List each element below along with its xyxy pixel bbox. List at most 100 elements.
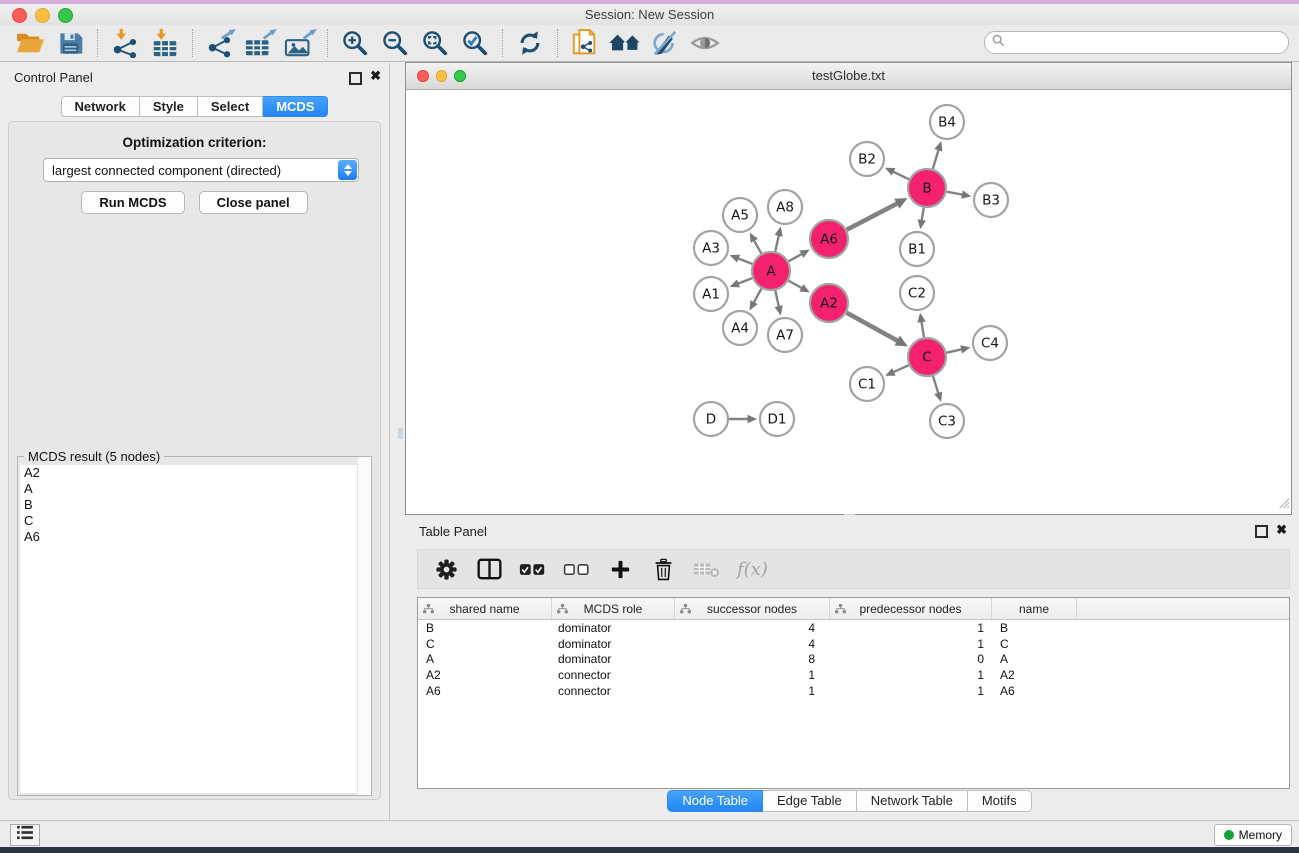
export-network-icon[interactable]	[200, 27, 240, 59]
zoom-out-icon[interactable]	[375, 27, 415, 59]
graph-node-C[interactable]: C	[908, 338, 946, 376]
table-float-panel-icon[interactable]	[1255, 525, 1268, 538]
zoom-in-icon[interactable]	[335, 27, 375, 59]
zoom-fit-icon[interactable]	[415, 27, 455, 59]
graph-node-B[interactable]: B	[908, 169, 946, 207]
column-header-predecessor-nodes[interactable]: predecessor nodes	[830, 598, 992, 619]
column-header-MCDS-role[interactable]: MCDS role	[552, 598, 675, 619]
show-graphics-details-icon[interactable]	[685, 27, 725, 59]
graph-edge-A-A8[interactable]	[775, 235, 779, 252]
close-panel-icon[interactable]: ✖	[370, 69, 381, 83]
graph-node-B2[interactable]: B2	[850, 142, 884, 176]
close-panel-button[interactable]: Close panel	[199, 191, 308, 214]
clone-network-icon[interactable]	[565, 27, 605, 59]
graph-edge-C-C3[interactable]	[933, 376, 939, 394]
graph-node-C1[interactable]: C1	[850, 367, 884, 401]
graph-edge-B-B3[interactable]	[947, 192, 963, 195]
graph-edge-A-A2[interactable]	[789, 281, 803, 289]
deselect-all-icon[interactable]	[563, 562, 590, 577]
graph-node-A1[interactable]: A1	[694, 277, 728, 311]
graph-node-A6[interactable]: A6	[810, 220, 848, 258]
memory-button[interactable]: Memory	[1214, 824, 1292, 846]
criterion-dropdown[interactable]: largest connected component (directed)	[43, 158, 359, 182]
table-close-panel-icon[interactable]: ✖	[1276, 522, 1287, 538]
graph-edge-C-C4[interactable]	[947, 349, 963, 352]
tab-network-table[interactable]: Network Table	[857, 790, 968, 812]
graph-node-A3[interactable]: A3	[694, 231, 728, 265]
column-header-successor-nodes[interactable]: successor nodes	[675, 598, 830, 619]
splitter-handle-vertical[interactable]	[398, 428, 403, 439]
result-scrollbar[interactable]	[357, 457, 371, 795]
result-list-item[interactable]: A6	[20, 529, 369, 545]
column-header-shared-name[interactable]: shared name	[418, 598, 552, 619]
graph-node-A7[interactable]: A7	[768, 318, 802, 352]
graph-node-B3[interactable]: B3	[974, 183, 1008, 217]
mcds-result-list[interactable]: A2ABCA6	[20, 465, 369, 793]
graph-edge-A-A5[interactable]	[754, 240, 762, 254]
import-network-icon[interactable]	[105, 27, 145, 59]
split-panel-icon[interactable]	[476, 558, 502, 580]
select-all-icon[interactable]	[519, 562, 546, 577]
graph-node-D1[interactable]: D1	[760, 402, 794, 436]
graph-edge-A-A3[interactable]	[738, 258, 753, 264]
graph-edge-A-A4[interactable]	[754, 289, 762, 303]
graph-edge-B-B4[interactable]	[933, 149, 939, 169]
table-row[interactable]: Adominator80A	[418, 652, 1289, 668]
table-settings-icon[interactable]	[433, 558, 459, 581]
delete-column-icon[interactable]	[650, 558, 676, 581]
table-row[interactable]: Cdominator41C	[418, 636, 1289, 652]
graph-edge-A6-B[interactable]	[847, 203, 898, 230]
graph-node-A2[interactable]: A2	[810, 284, 848, 322]
refresh-icon[interactable]	[510, 27, 550, 59]
export-image-icon[interactable]	[280, 27, 320, 59]
graph-edge-B-B2[interactable]	[893, 171, 909, 179]
table-row[interactable]: Bdominator41B	[418, 620, 1289, 636]
tab-mcds[interactable]: MCDS	[263, 96, 328, 117]
graph-edge-C-C2[interactable]	[921, 321, 924, 337]
search-input[interactable]	[1009, 34, 1288, 52]
table-row[interactable]: A6connector11A6	[418, 683, 1289, 699]
graph-node-A[interactable]: A	[752, 252, 790, 290]
tab-motifs[interactable]: Motifs	[968, 790, 1032, 812]
float-panel-icon[interactable]	[349, 72, 362, 85]
graph-node-C2[interactable]: C2	[900, 276, 934, 310]
tab-edge-table[interactable]: Edge Table	[763, 790, 857, 812]
export-table-icon[interactable]	[240, 27, 280, 59]
cybrowser-home-icon[interactable]	[605, 27, 645, 59]
graph-edge-C-C1[interactable]	[893, 365, 909, 372]
graph-edge-A2-C[interactable]	[847, 313, 899, 341]
search-field[interactable]	[984, 31, 1289, 54]
table-row[interactable]: A2connector11A2	[418, 667, 1289, 683]
graph-node-A4[interactable]: A4	[723, 311, 757, 345]
result-list-item[interactable]: C	[20, 513, 369, 529]
tab-select[interactable]: Select	[198, 96, 263, 117]
resize-grip-icon[interactable]	[1277, 496, 1290, 514]
tab-style[interactable]: Style	[140, 96, 198, 117]
run-mcds-button[interactable]: Run MCDS	[81, 191, 184, 214]
hide-annotations-icon[interactable]	[645, 27, 685, 59]
import-table-icon[interactable]	[145, 27, 185, 59]
graph-node-C4[interactable]: C4	[973, 326, 1007, 360]
save-session-icon[interactable]	[50, 27, 90, 59]
open-file-icon[interactable]	[10, 27, 50, 59]
zoom-selected-icon[interactable]	[455, 27, 495, 59]
result-list-item[interactable]: A	[20, 481, 369, 497]
graph-node-B1[interactable]: B1	[900, 232, 934, 266]
graph-node-B4[interactable]: B4	[930, 105, 964, 139]
tab-network[interactable]: Network	[61, 96, 140, 117]
graph-node-D[interactable]: D	[694, 402, 728, 436]
graph-edge-A-A7[interactable]	[775, 291, 779, 308]
column-header-name[interactable]: name	[992, 598, 1077, 619]
graph-node-C3[interactable]: C3	[930, 404, 964, 438]
graph-edge-A-A1[interactable]	[738, 278, 753, 284]
result-list-item[interactable]: A2	[20, 465, 369, 481]
task-history-button[interactable]	[10, 824, 40, 846]
graph-node-A5[interactable]: A5	[723, 198, 757, 232]
graph-node-A8[interactable]: A8	[768, 190, 802, 224]
add-column-icon[interactable]	[607, 560, 633, 579]
network-canvas[interactable]: B4 B2 B B3 A8 A5 A6 A3 B1 A C2 A1 A2 A4 A7 C4 C C1 D D1 C3	[406, 90, 1291, 515]
graph-edge-B-B1[interactable]	[922, 208, 924, 221]
graph-edge-A-A6[interactable]	[789, 254, 803, 262]
result-list-item[interactable]: B	[20, 497, 369, 513]
tab-node-table[interactable]: Node Table	[667, 790, 763, 812]
